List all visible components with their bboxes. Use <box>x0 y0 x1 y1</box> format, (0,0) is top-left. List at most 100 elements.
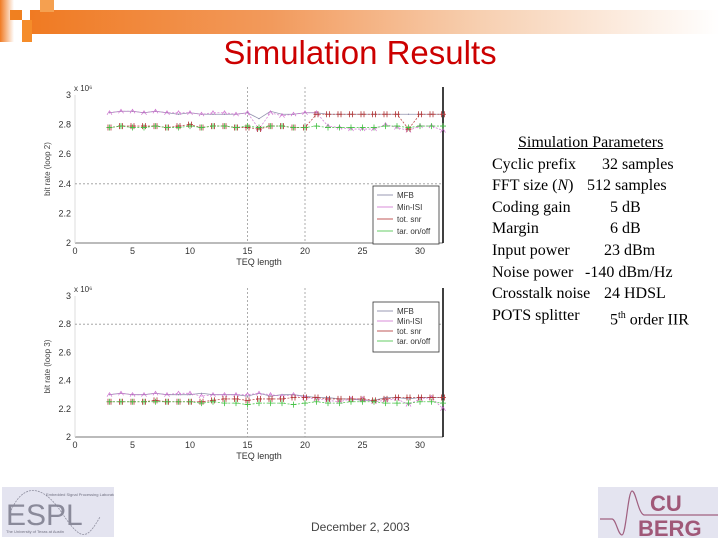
data-point <box>279 400 285 407</box>
y-tick-label: 2 <box>66 432 71 442</box>
data-point <box>348 111 354 118</box>
header-square <box>10 10 22 20</box>
parameter-row: Cyclic prefix 32 samples <box>492 154 689 176</box>
espl-bottom-caption: The University of Texas at Austin <box>6 529 64 534</box>
data-point <box>212 394 214 396</box>
bitrate-chart-loop2: 0 5 10 15 20 25 30 2 2.2 2.4 2.6 2.8 3x 10⁶ TEQ lengt… <box>43 84 446 267</box>
x-tick-label: 5 <box>130 440 135 450</box>
x-tick-label: 10 <box>185 440 195 450</box>
data-point <box>405 400 412 407</box>
data-point <box>212 113 214 115</box>
data-point <box>325 124 331 131</box>
parameter-row: Noise power -140 dBm/Hz <box>492 262 689 284</box>
parameter-value: 5th order IIR <box>610 309 689 329</box>
data-point <box>129 124 136 131</box>
x-tick-label: 25 <box>357 440 367 450</box>
data-point <box>210 398 216 405</box>
x-tick-label: 30 <box>415 440 425 450</box>
data-point <box>246 395 249 397</box>
data-point <box>359 124 366 131</box>
data-point <box>428 111 435 118</box>
data-point <box>177 113 180 115</box>
y-axis-label: bit rate (loop 3) <box>43 339 52 393</box>
x-axis-label: TEQ length <box>236 451 282 461</box>
legend-label: tar. on/off <box>397 337 431 346</box>
y-tick-label: 2.2 <box>58 404 71 414</box>
slide-date: December 2, 2003 <box>311 520 410 534</box>
data-point <box>302 400 308 407</box>
parameters-heading: Simulation Parameters <box>518 134 664 151</box>
series-line <box>109 401 444 405</box>
espl-text: ESPL <box>6 499 83 532</box>
parameter-value: 32 samples <box>602 155 674 173</box>
parameter-label: Noise power <box>492 263 574 281</box>
parameter-row: Input power 23 dBm <box>492 240 689 262</box>
series-line <box>109 397 443 403</box>
data-point <box>279 123 285 130</box>
y-tick-label: 2.4 <box>58 179 71 189</box>
data-point <box>348 124 354 131</box>
series-tar-on-off <box>106 123 446 131</box>
y-tick-label: 3 <box>66 291 71 301</box>
data-point <box>407 113 410 115</box>
data-point <box>258 118 260 120</box>
chart-legend: MFBMin-ISItot. snrtar. on/off <box>372 301 440 353</box>
parameter-label: FFT size (N) <box>492 177 574 195</box>
data-point <box>290 401 297 408</box>
parameter-label: POTS splitter <box>492 306 580 324</box>
legend-label: MFB <box>397 307 414 316</box>
data-point <box>189 394 191 396</box>
espl-logo-graphic: Embedded Signal Processing Laboratory ES… <box>6 490 114 535</box>
x-tick-label: 20 <box>300 440 310 450</box>
y-tick-label: 2.8 <box>58 319 71 329</box>
espl-top-caption: Embedded Signal Processing Laboratory <box>46 492 114 497</box>
parameter-row: FFT size (N) 512 samples <box>492 175 689 197</box>
chart-legend: MFBMin-ISItot. snrtar. on/off <box>372 185 440 245</box>
data-point <box>290 124 297 131</box>
simulation-parameters: Simulation Parameters Cyclic prefix 32 sa… <box>492 132 689 331</box>
parameter-label: Crosstalk noise <box>492 285 591 303</box>
legend-label: tot. snr <box>397 215 422 224</box>
data-point <box>233 124 239 131</box>
x-tick-label: 10 <box>185 246 195 256</box>
parameter-row: Crosstalk noise 24 HDSL <box>492 283 689 305</box>
data-point <box>267 400 274 407</box>
x-tick-label: 0 <box>72 440 77 450</box>
y-tick-label: 2.8 <box>58 120 71 130</box>
parameter-label: Cyclic prefix <box>492 155 576 173</box>
data-point <box>336 111 343 118</box>
x-tick-label: 20 <box>300 246 310 256</box>
data-point <box>269 395 272 397</box>
parameter-row: POTS splitter 5th order IIR <box>492 305 689 331</box>
data-point <box>141 398 147 405</box>
x-tick-label: 25 <box>357 246 367 256</box>
y-axis-label: bit rate (loop 2) <box>43 142 52 196</box>
y-tick-label: 3 <box>66 90 71 100</box>
legend-label: tot. snr <box>397 327 422 336</box>
data-point <box>152 123 159 130</box>
data-point <box>118 123 124 130</box>
data-point <box>152 398 159 405</box>
bitrate-chart-loop3: 0 5 10 15 20 25 30 2 2.2 2.4 2.6 2.8 3x 10⁶ TEQ lengt… <box>43 285 446 461</box>
data-point <box>129 398 136 405</box>
data-point <box>198 400 205 407</box>
cuberg-logo-graphic: CU BERG <box>600 490 718 538</box>
data-point <box>221 123 228 130</box>
data-point <box>233 400 239 407</box>
y-tick-label: 2 <box>66 238 71 248</box>
legend-label: Min-ISI <box>397 317 422 326</box>
data-point <box>407 398 410 400</box>
data-point <box>405 394 412 401</box>
data-point <box>382 111 389 118</box>
data-point <box>256 400 262 407</box>
parameter-row: Coding gain 5 dB <box>492 197 689 219</box>
parameter-value: -140 dBm/Hz <box>585 263 673 281</box>
parameter-value: 6 dB <box>610 220 641 238</box>
data-point <box>187 123 193 130</box>
data-point <box>428 123 435 130</box>
x-tick-label: 0 <box>72 246 77 256</box>
legend-label: Min-ISI <box>397 203 422 212</box>
data-point <box>267 123 274 130</box>
data-point <box>394 400 400 407</box>
data-point <box>325 111 331 118</box>
